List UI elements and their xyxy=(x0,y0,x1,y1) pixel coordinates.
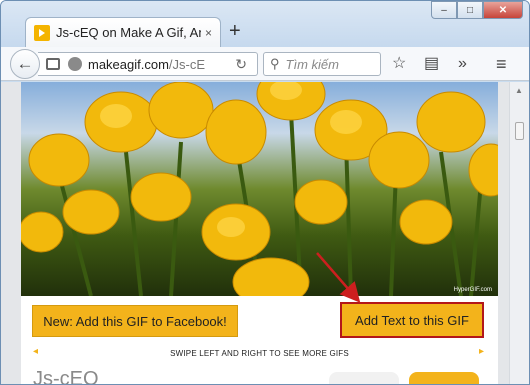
maximize-button[interactable]: □ xyxy=(457,1,483,19)
close-window-button[interactable]: ✕ xyxy=(483,1,523,19)
url-domain: makeagif.com xyxy=(88,56,169,72)
search-icon: ⚲ xyxy=(270,56,280,71)
url-text[interactable]: makeagif.com/Js-cE xyxy=(88,57,205,72)
browser-window: Js-cEQ on Make A Gif, Ani... × + – □ ✕ m… xyxy=(0,0,530,385)
tab-close-icon[interactable]: × xyxy=(205,26,212,40)
gif-title-partial: Js-cEQ xyxy=(33,368,99,385)
add-to-facebook-button[interactable]: New: Add this GIF to Facebook! xyxy=(32,305,238,337)
hamburger-menu-icon[interactable]: ≡ xyxy=(496,55,507,73)
vertical-scrollbar[interactable]: ▲ xyxy=(509,82,529,384)
gif-image[interactable]: HyperGIF.com xyxy=(21,82,498,296)
clipboard-icon[interactable]: ▤ xyxy=(424,55,439,73)
scroll-up-icon[interactable]: ▲ xyxy=(515,86,523,95)
add-text-to-gif-button[interactable]: Add Text to this GIF xyxy=(340,302,484,338)
makeagif-favicon-icon xyxy=(34,24,50,41)
primary-tab-partial[interactable] xyxy=(409,372,479,384)
page-viewport: HyperGIF.com New: Add this GIF to Facebo… xyxy=(1,82,529,385)
secondary-tab-partial[interactable] xyxy=(329,372,399,384)
page-content: HyperGIF.com New: Add this GIF to Facebo… xyxy=(21,82,498,385)
title-bar: Js-cEQ on Make A Gif, Ani... × + – □ ✕ xyxy=(1,1,529,47)
browser-tab[interactable]: Js-cEQ on Make A Gif, Ani... × xyxy=(25,17,221,47)
image-watermark: HyperGIF.com xyxy=(453,287,492,293)
reader-view-icon[interactable] xyxy=(46,58,60,70)
reload-icon[interactable]: ↻ xyxy=(235,56,247,73)
scroll-thumb[interactable] xyxy=(515,122,524,140)
search-input[interactable]: ⚲ Tìm kiếm xyxy=(263,52,381,76)
window-controls: – □ ✕ xyxy=(431,1,523,19)
nav-toolbar: makeagif.com/Js-cE ↻ ← ⚲ Tìm kiếm ☆ ▤ » … xyxy=(1,47,529,81)
globe-icon[interactable] xyxy=(68,57,82,71)
overflow-chevrons-icon[interactable]: » xyxy=(458,55,467,73)
back-arrow-icon[interactable]: ← xyxy=(10,49,40,79)
search-placeholder: Tìm kiếm xyxy=(285,56,339,72)
new-tab-button[interactable]: + xyxy=(229,19,241,43)
swipe-right-icon[interactable]: ▸ xyxy=(479,346,484,357)
bookmark-star-icon[interactable]: ☆ xyxy=(392,55,406,73)
tab-title: Js-cEQ on Make A Gif, Ani... xyxy=(56,25,201,40)
tulips-illustration xyxy=(21,82,498,296)
minimize-button[interactable]: – xyxy=(431,1,457,19)
address-bar[interactable]: makeagif.com/Js-cE ↻ xyxy=(38,52,258,76)
swipe-hint: SWIPE LEFT AND RIGHT TO SEE MORE GIFS xyxy=(170,349,349,358)
url-path: /Js-cE xyxy=(168,56,206,72)
